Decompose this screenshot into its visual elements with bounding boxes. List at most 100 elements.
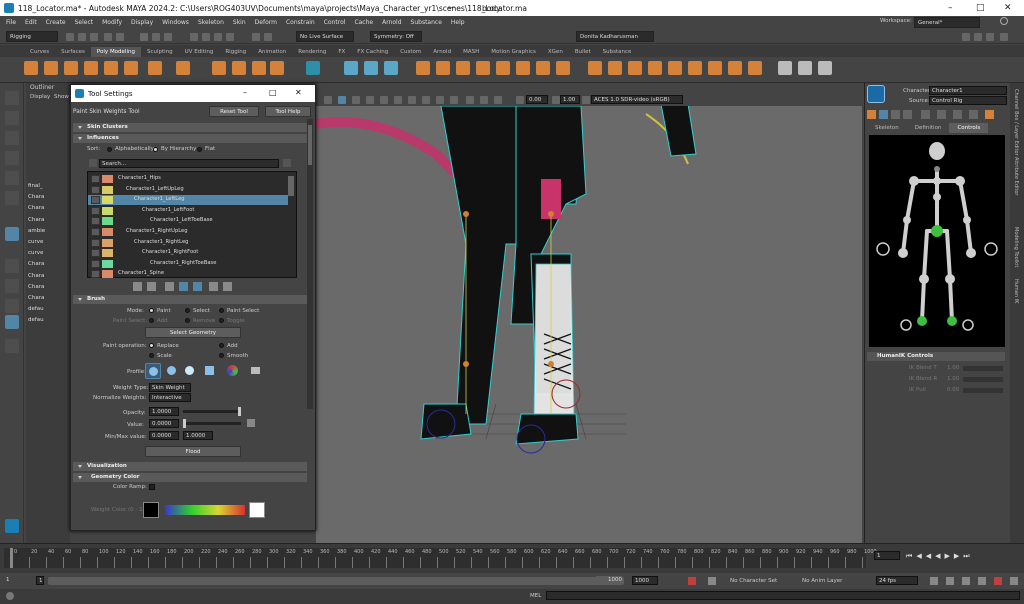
- shelf-tab-xgen[interactable]: XGen: [542, 47, 569, 57]
- ps-remove-radio[interactable]: [185, 318, 190, 323]
- symmetry-dropdown[interactable]: Symmetry: Off: [370, 31, 422, 42]
- hik-controls-header[interactable]: HumanIK Controls: [867, 352, 1005, 361]
- script-editor-icon[interactable]: [6, 592, 14, 600]
- hik-slider[interactable]: [963, 388, 1003, 393]
- outliner-item[interactable]: Chara: [28, 217, 70, 227]
- weight-color-ramp[interactable]: [165, 505, 245, 515]
- edit-flow-icon[interactable]: [798, 61, 812, 75]
- influence-row[interactable]: Character1_Spine: [88, 269, 288, 279]
- filter-icon[interactable]: [89, 159, 97, 167]
- viewport-panel[interactable]: [316, 94, 862, 543]
- outliner-display-menu[interactable]: Display: [30, 94, 50, 100]
- undo-icon[interactable]: [104, 33, 112, 41]
- step-back-icon[interactable]: ◀: [926, 552, 935, 560]
- viewport-grid-icon[interactable]: [466, 96, 474, 104]
- viewport-lights-icon[interactable]: [380, 96, 388, 104]
- lock-icon[interactable]: [165, 282, 174, 291]
- influence-row[interactable]: Character1_RightFoot: [88, 248, 288, 258]
- geometry-color-header[interactable]: Geometry Color: [73, 473, 307, 482]
- layout-icon-2[interactable]: [974, 33, 982, 41]
- viewport-camera-icon[interactable]: [324, 96, 332, 104]
- mode-paint-select-radio[interactable]: [219, 308, 224, 313]
- workspace-dropdown[interactable]: General*: [914, 17, 980, 28]
- bevel-icon[interactable]: [456, 61, 470, 75]
- influence-row[interactable]: Character1_LeftToeBase: [88, 216, 288, 226]
- hik-tool-7-icon[interactable]: [953, 110, 962, 119]
- outliner-item[interactable]: ambie: [28, 228, 70, 238]
- shelf-tab-fx[interactable]: FX: [332, 47, 351, 57]
- shelf-tab-custom[interactable]: Custom: [394, 47, 427, 57]
- key-icon[interactable]: [978, 577, 986, 585]
- layout-preset-icon[interactable]: [5, 315, 19, 329]
- side-tab-human-ik[interactable]: Human IK: [1013, 279, 1019, 303]
- viewport-textured-icon[interactable]: [366, 96, 374, 104]
- maximize-icon[interactable]: □: [976, 3, 985, 13]
- target-weld-icon[interactable]: [608, 61, 622, 75]
- open-scene-icon[interactable]: [78, 33, 86, 41]
- menuset-dropdown[interactable]: Rigging: [6, 31, 58, 42]
- range-end-field[interactable]: 1000: [596, 576, 622, 585]
- type-icon[interactable]: [232, 61, 246, 75]
- play-forward-icon[interactable]: ▶: [944, 552, 953, 560]
- range-bar[interactable]: [48, 577, 624, 585]
- menu-skin[interactable]: Skin: [233, 19, 246, 26]
- record-icon[interactable]: [994, 577, 1002, 585]
- hik-tab-controls[interactable]: Controls: [949, 123, 989, 133]
- viewport-shadows-icon[interactable]: [394, 96, 402, 104]
- hik-tool-4-icon[interactable]: [903, 110, 912, 119]
- hik-tool-1-icon[interactable]: [867, 110, 876, 119]
- ts-maximize-icon[interactable]: □: [269, 88, 277, 97]
- user-account-dropdown[interactable]: Donita Kadharusman: [576, 31, 654, 42]
- poly-plane-icon[interactable]: [104, 61, 118, 75]
- viewport-ao-icon[interactable]: [408, 96, 416, 104]
- menu-display[interactable]: Display: [131, 19, 153, 26]
- influence-scrollbar[interactable]: [288, 176, 294, 196]
- weight-hammer-icon[interactable]: [209, 282, 218, 291]
- profile-image-icon[interactable]: [227, 365, 238, 376]
- outliner-show-menu[interactable]: Show: [54, 94, 69, 100]
- influence-search-input[interactable]: Search...: [99, 159, 279, 168]
- fill-hole-icon[interactable]: [496, 61, 510, 75]
- outliner-item[interactable]: curve: [28, 239, 70, 249]
- viewport-shaded-icon[interactable]: [352, 96, 360, 104]
- op-replace-radio[interactable]: [149, 343, 154, 348]
- persp-outliner-icon[interactable]: [5, 279, 19, 293]
- bridge-icon[interactable]: [436, 61, 450, 75]
- colorspace-dropdown[interactable]: ACES 1.0 SDR-video (sRGB): [591, 95, 683, 104]
- shelf-tab-rigging[interactable]: Rigging: [219, 47, 252, 57]
- flip-icon[interactable]: [748, 61, 762, 75]
- single-perspective-icon[interactable]: [5, 227, 19, 241]
- viewport-film-gate-icon[interactable]: [494, 96, 502, 104]
- hik-slider-value[interactable]: 1.00: [947, 376, 959, 382]
- brush-header[interactable]: Brush: [73, 295, 307, 304]
- rotate-tool-icon[interactable]: [5, 171, 19, 185]
- four-view-icon[interactable]: [5, 259, 19, 273]
- value-slider[interactable]: [183, 419, 241, 428]
- opacity-slider[interactable]: [183, 407, 241, 416]
- character-set-dropdown[interactable]: No Character Set: [730, 578, 777, 584]
- outliner-item[interactable]: Chara: [28, 194, 70, 204]
- playback-controls[interactable]: ⏮◀◀◀▶▶⏭: [906, 552, 974, 561]
- viewport-wireframe-icon[interactable]: [338, 96, 346, 104]
- persp-graph-icon[interactable]: [5, 299, 19, 313]
- anim-layer-dropdown[interactable]: No Anim Layer: [802, 578, 842, 584]
- select-joint-icon[interactable]: [179, 282, 188, 291]
- svg-icon[interactable]: [252, 61, 266, 75]
- gamma-field[interactable]: 1.00: [560, 95, 580, 104]
- lock-toggle-icon[interactable]: [91, 238, 100, 247]
- hik-tool-8-icon[interactable]: [969, 110, 978, 119]
- min-value-field[interactable]: 0.0000: [149, 431, 179, 440]
- source-dropdown[interactable]: Control Rig: [929, 96, 1007, 105]
- outliner-item[interactable]: defau: [28, 306, 70, 316]
- loop-icon[interactable]: [930, 577, 938, 585]
- range-start-field[interactable]: 1: [4, 576, 30, 585]
- current-time-indicator[interactable]: [10, 548, 13, 568]
- normalize-weights-dropdown[interactable]: Interactive: [149, 393, 191, 402]
- lasso-tool-icon[interactable]: [5, 111, 19, 125]
- menu-substance[interactable]: Substance: [411, 19, 442, 26]
- prune-icon[interactable]: [223, 282, 232, 291]
- max-value-field[interactable]: 1.0000: [183, 431, 213, 440]
- lock-toggle-icon[interactable]: [91, 206, 100, 215]
- render-icon[interactable]: [264, 33, 272, 41]
- connect-icon[interactable]: [628, 61, 642, 75]
